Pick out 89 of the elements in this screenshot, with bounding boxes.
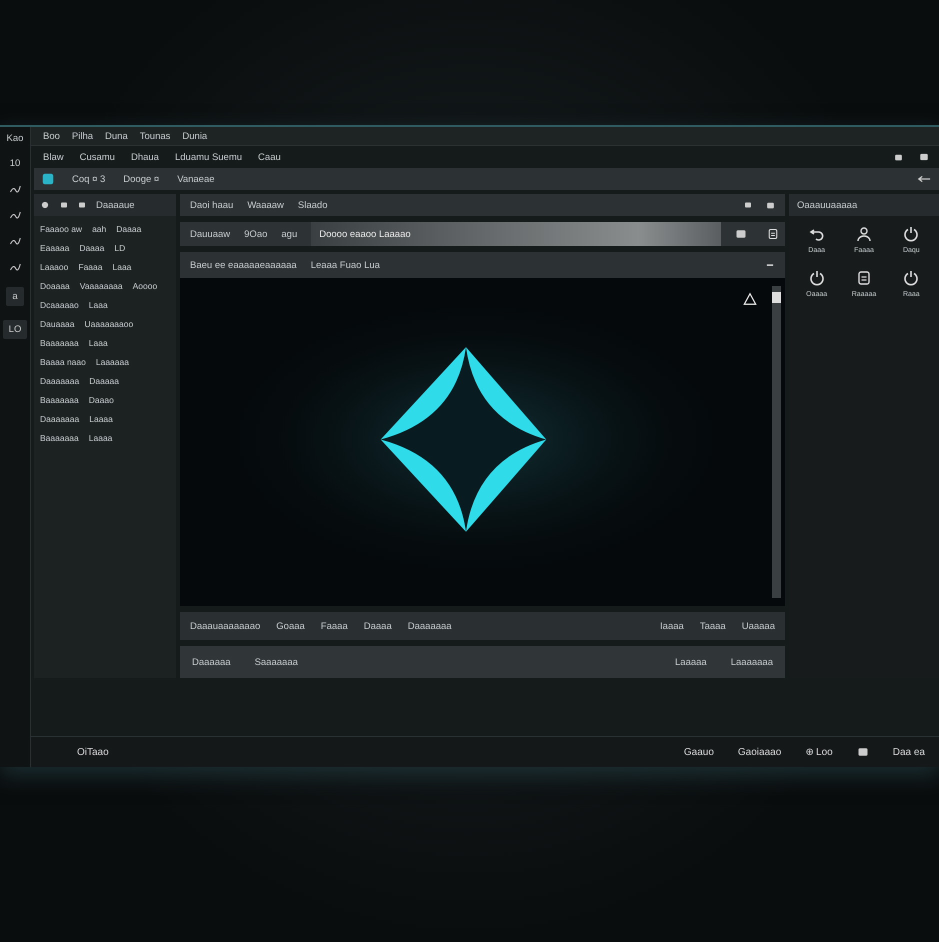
tab[interactable]: Iaaaa: [660, 620, 684, 632]
menu-item[interactable]: Pilha: [72, 130, 94, 142]
footer-item[interactable]: Laaaaaaa: [718, 646, 785, 678]
user-icon[interactable]: [856, 226, 872, 242]
toolbar-item[interactable]: Coq ¤ 3: [72, 174, 106, 184]
table-cell: Laaa: [88, 300, 108, 310]
status-item[interactable]: ⊕ Loo: [805, 746, 833, 758]
table-cell: Daaao: [88, 395, 114, 405]
menu-item[interactable]: Dhaua: [130, 152, 159, 162]
document-icon[interactable]: [767, 228, 779, 240]
squiggle-icon[interactable]: [9, 261, 21, 273]
tab[interactable]: Taaaa: [700, 620, 726, 632]
menu-item[interactable]: Lduamu Suemu: [174, 152, 242, 162]
menu-item[interactable]: Duna: [105, 130, 128, 142]
power-icon[interactable]: [903, 270, 920, 286]
table-cell: Doaaaa: [40, 281, 70, 291]
table-cell: Laaaoo: [40, 262, 68, 272]
table-cell: Uaaaaaaaoo: [84, 319, 134, 329]
power-icon[interactable]: [808, 270, 825, 286]
status-item[interactable]: Gaauo: [684, 746, 714, 758]
field-label: 9Oao: [244, 228, 268, 240]
menu-item[interactable]: Dunia: [182, 130, 208, 142]
table-cell: Laaaaaa: [96, 357, 129, 367]
footer-item[interactable]: Laaaaa: [663, 646, 719, 678]
table-cell: Faaaoo aw: [40, 224, 82, 234]
table-cell: LD: [114, 243, 126, 253]
table-cell: Baaaaaaa: [40, 338, 79, 348]
sidebar-button[interactable]: LO: [2, 320, 28, 339]
tab[interactable]: Goaaa: [276, 620, 305, 632]
menu-item[interactable]: Blaw: [43, 152, 64, 162]
menu-item[interactable]: Caau: [258, 152, 281, 162]
menu-item[interactable]: Boo: [43, 130, 60, 142]
field-label: Dauuaaw: [190, 228, 230, 240]
app-icon[interactable]: [42, 173, 54, 185]
tab[interactable]: Daaauaaaaaaao: [190, 620, 260, 632]
input-field[interactable]: Doooo eaaoo Laaaao: [311, 222, 721, 246]
tab[interactable]: Slaado: [298, 200, 328, 210]
footer-item[interactable]: Saaaaaaa: [242, 646, 310, 678]
toolbar-item[interactable]: Dooge ¤: [123, 174, 160, 184]
sidebar-label: 10: [10, 158, 20, 169]
panel-title: Baeu ee eaaaaaeaaaaaa: [190, 260, 297, 270]
squiggle-icon[interactable]: [9, 209, 21, 221]
toolbar-item[interactable]: Vanaeae: [177, 174, 215, 184]
tab[interactable]: Daaaa: [364, 620, 392, 632]
status-text: OiTaao: [77, 746, 109, 758]
scrollbar[interactable]: [772, 286, 781, 598]
table-cell: Faaaa: [78, 262, 102, 272]
panel-title: Daaaaue: [96, 200, 135, 210]
squiggle-icon[interactable]: [9, 235, 21, 247]
table-cell: Baaaaaaa: [40, 433, 79, 443]
sidebar-button[interactable]: a: [6, 287, 24, 306]
table-cell: Daaaaaaa: [40, 414, 80, 424]
menu-item[interactable]: Cusamu: [80, 152, 115, 162]
table-cell: Vaaaaaaaa: [80, 281, 123, 291]
panel-info: Leaaa Fuao Lua: [310, 260, 380, 270]
table-cell: Daaaa: [116, 224, 142, 234]
table-cell: Daaaaa: [89, 376, 120, 386]
warning-triangle-icon[interactable]: [743, 292, 757, 306]
table-cell: Daaaaaaa: [40, 376, 80, 386]
table-cell: Laaa: [112, 262, 132, 272]
status-item[interactable]: Gaoiaaao: [738, 746, 782, 758]
tab[interactable]: Faaaa: [320, 620, 348, 632]
squiggle-icon[interactable]: [9, 183, 21, 195]
power-icon[interactable]: [903, 226, 920, 242]
table-cell: aah: [92, 224, 106, 234]
table-cell: Laaaa: [89, 414, 113, 424]
circle-icon[interactable]: [40, 200, 50, 210]
table-cell: Daaaa: [79, 243, 104, 253]
tab[interactable]: Daaaaaaa: [408, 620, 452, 632]
field-label: agu: [281, 228, 298, 240]
table-cell: Dcaaaaao: [40, 300, 79, 310]
table-cell: Baaaaaaa: [40, 395, 79, 405]
table-cell: Dauaaaa: [40, 319, 75, 329]
footer-item[interactable]: Daaaaaa: [180, 646, 243, 678]
square-icon[interactable]: [78, 201, 86, 209]
table-cell: Aoooo: [132, 281, 158, 291]
tab[interactable]: Waaaaw: [247, 200, 284, 210]
table-cell: Laaaa: [88, 433, 112, 443]
table-cell: Baaaa naao: [40, 357, 86, 367]
table-cell: Eaaaaa: [40, 243, 70, 253]
menu-item[interactable]: Tounas: [140, 130, 170, 142]
document-icon[interactable]: [856, 270, 872, 286]
table-cell: Laaa: [88, 338, 108, 348]
sidebar-label: Kao: [6, 133, 24, 144]
tab[interactable]: Uaaaaa: [742, 620, 775, 632]
panel-title: Oaaauuaaaaa: [797, 200, 858, 210]
status-item[interactable]: Daa ea: [892, 746, 925, 758]
tab[interactable]: Daoi haau: [190, 200, 234, 210]
square-icon[interactable]: [60, 201, 68, 209]
